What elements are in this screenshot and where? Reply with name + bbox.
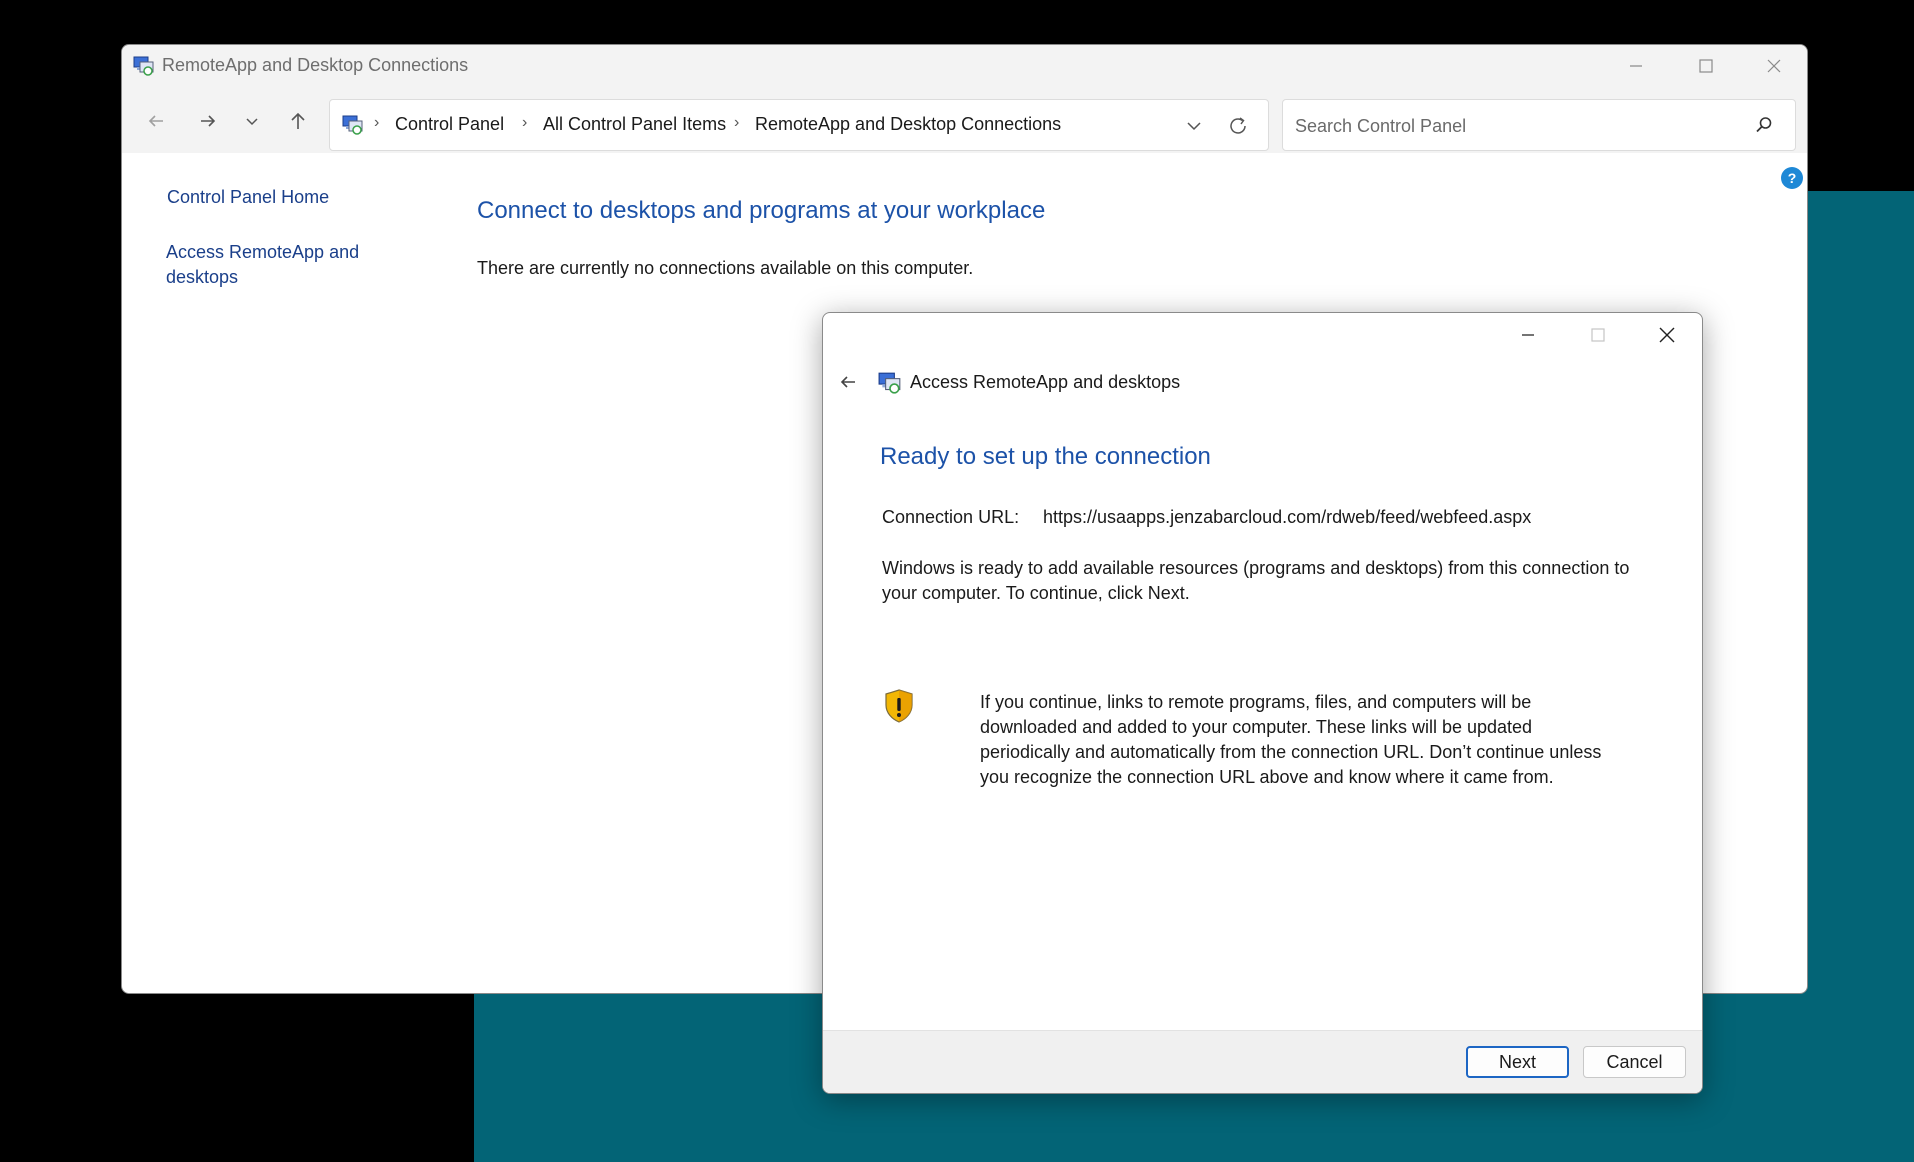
connection-url-value: https://usaapps.jenzabarcloud.com/rdweb/…	[1043, 507, 1532, 527]
access-remoteapp-link-line2: desktops	[166, 267, 239, 287]
dialog-minimize-button[interactable]	[1494, 313, 1562, 357]
close-icon	[1659, 327, 1675, 343]
forward-arrow-icon	[201, 115, 216, 127]
maximize-icon	[1699, 59, 1713, 73]
dialog-back-button[interactable]	[833, 367, 863, 397]
next-button[interactable]: Next	[1466, 1046, 1569, 1078]
recent-dropdown-icon	[246, 118, 258, 126]
dialog-title: Access RemoteApp and desktops	[910, 372, 1181, 392]
breadcrumb-separator: ›	[374, 114, 380, 131]
location-icon	[342, 115, 363, 135]
search-input[interactable]	[1293, 112, 1737, 140]
dialog-close-button[interactable]	[1633, 313, 1701, 357]
up-button[interactable]	[282, 105, 314, 137]
breadcrumb-separator: ›	[734, 114, 740, 131]
minimize-button[interactable]	[1601, 45, 1671, 87]
cancel-button[interactable]: Cancel	[1583, 1046, 1686, 1078]
chevron-down-icon	[1187, 122, 1201, 131]
security-warning-text: If you continue, links to remote program…	[980, 692, 1602, 787]
maximize-icon	[1591, 328, 1605, 342]
back-arrow-icon	[840, 376, 855, 388]
access-remoteapp-link[interactable]: Access RemoteApp and desktops	[166, 240, 359, 290]
address-bar[interactable]: › Control Panel › All Control Panel Item…	[329, 99, 1269, 151]
title-bar: RemoteApp and Desktop Connections	[122, 45, 1807, 87]
access-remoteapp-link-line1: Access RemoteApp and	[166, 242, 360, 262]
close-button[interactable]	[1739, 45, 1807, 87]
dialog-footer: Next Cancel	[823, 1030, 1702, 1093]
search-icon[interactable]	[1755, 116, 1773, 134]
no-connections-text: There are currently no connections avail…	[477, 258, 974, 278]
page-heading: Connect to desktops and programs at your…	[477, 197, 1046, 224]
maximize-button[interactable]	[1671, 45, 1741, 87]
recent-locations-button[interactable]	[236, 105, 268, 137]
up-arrow-icon	[291, 112, 305, 129]
breadcrumb-all-items[interactable]: All Control Panel Items	[543, 114, 726, 135]
back-button[interactable]	[140, 105, 172, 137]
dialog-heading: Ready to set up the connection	[880, 443, 1211, 470]
connection-url-label: Connection URL:	[882, 507, 1020, 527]
close-icon	[1767, 59, 1781, 73]
window-title: RemoteApp and Desktop Connections	[162, 55, 469, 75]
shield-warning-icon	[885, 689, 913, 723]
back-arrow-icon	[148, 115, 163, 127]
search-box[interactable]	[1282, 99, 1796, 151]
refresh-icon	[1230, 117, 1246, 134]
app-icon	[133, 56, 154, 76]
help-icon: ?	[1787, 170, 1797, 186]
ready-info-text: Windows is ready to add available resour…	[882, 558, 1630, 603]
dialog-maximize-button	[1564, 313, 1632, 357]
access-remoteapp-dialog: Access RemoteApp and desktops Ready to s…	[822, 312, 1703, 1094]
breadcrumb-remoteapp[interactable]: RemoteApp and Desktop Connections	[755, 114, 1061, 135]
breadcrumb-separator: ›	[522, 114, 528, 131]
breadcrumb-control-panel[interactable]: Control Panel	[395, 114, 504, 135]
help-button[interactable]: ?	[1781, 167, 1803, 189]
control-panel-home-link[interactable]: Control Panel Home	[167, 185, 329, 210]
app-icon	[878, 372, 901, 394]
minimize-icon	[1522, 334, 1534, 336]
forward-button[interactable]	[192, 105, 224, 137]
address-dropdown-button[interactable]	[1182, 114, 1206, 138]
minimize-icon	[1630, 65, 1642, 67]
refresh-button[interactable]	[1224, 112, 1252, 140]
